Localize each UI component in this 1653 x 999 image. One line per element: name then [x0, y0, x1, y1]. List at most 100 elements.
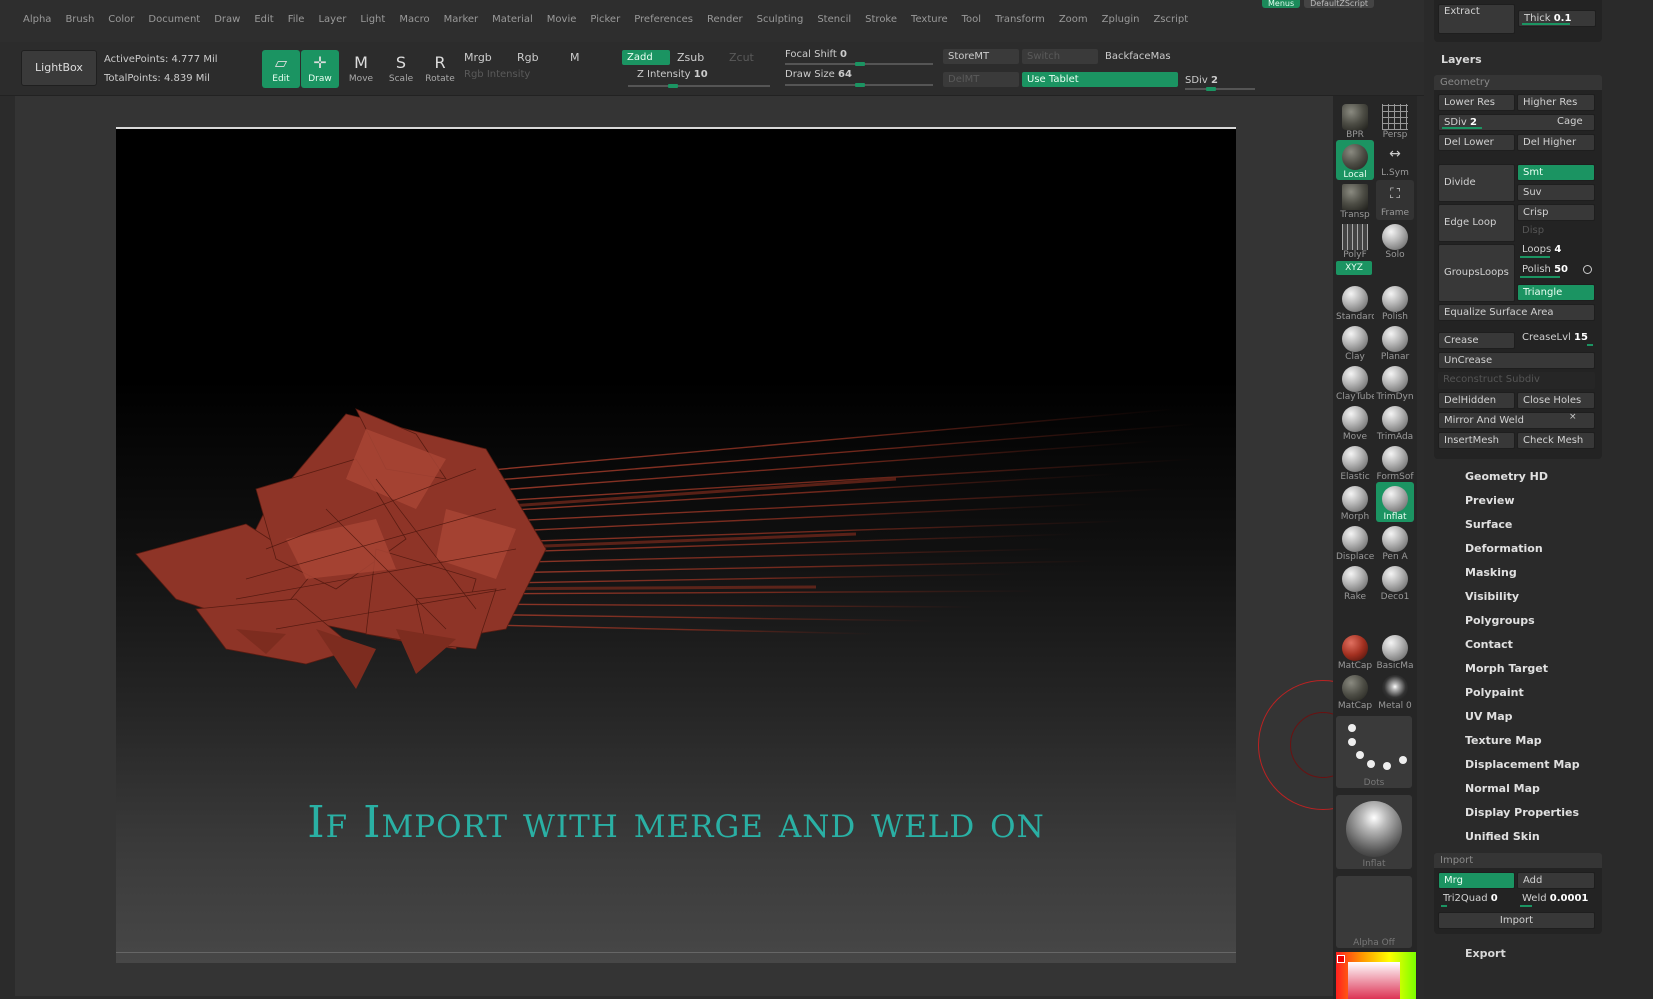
subpalette-header[interactable]: Polypaint — [1465, 686, 1524, 699]
menu-item[interactable]: Movie — [540, 13, 584, 27]
menu-item[interactable]: Zscript — [1146, 13, 1195, 27]
menu-item[interactable]: Color — [101, 13, 141, 27]
brush-item[interactable]: Polish — [1376, 282, 1414, 322]
subpalette-header[interactable]: Polygroups — [1465, 614, 1535, 627]
insertmesh-button[interactable]: InsertMesh — [1438, 432, 1515, 449]
weld-slider[interactable]: Weld 0.0001 — [1517, 891, 1595, 908]
brush-item[interactable]: Pen A — [1376, 522, 1414, 562]
reconstruct-subdiv-button[interactable]: Reconstruct Subdiv — [1438, 372, 1595, 389]
store-mt-button[interactable]: StoreMT — [943, 49, 1019, 64]
document-canvas[interactable]: If Import with merge and weld on — [116, 127, 1236, 963]
rgb-button[interactable]: Rgb — [517, 51, 539, 64]
subpalette-header[interactable]: Display Properties — [1465, 806, 1579, 819]
move-button[interactable]: M Move — [342, 50, 380, 88]
menu-item[interactable]: File — [281, 13, 312, 27]
solo-button[interactable]: Solo — [1376, 220, 1414, 260]
menu-item[interactable]: Stroke — [858, 13, 904, 27]
disp-toggle[interactable]: Disp — [1517, 223, 1595, 240]
subpalette-header[interactable]: Displacement Map — [1465, 758, 1580, 771]
subpalette-header[interactable]: Geometry HD — [1465, 470, 1548, 483]
brush-item[interactable]: Rake — [1336, 562, 1374, 602]
add-toggle[interactable]: Add — [1517, 872, 1595, 889]
transp-button[interactable]: Transp — [1336, 180, 1374, 220]
triangle-toggle[interactable]: Triangle — [1517, 284, 1595, 301]
del-higher-button[interactable]: Del Higher — [1517, 134, 1595, 151]
menus-button[interactable]: Menus — [1262, 0, 1301, 8]
edge-loop-button[interactable]: Edge Loop — [1438, 204, 1515, 242]
menu-item[interactable]: Preferences — [627, 13, 700, 27]
menu-item[interactable]: Alpha — [16, 13, 58, 27]
sdiv-knob[interactable] — [1206, 87, 1216, 91]
material-item[interactable]: Metal 0 — [1376, 671, 1414, 711]
geometry-header[interactable]: Geometry — [1434, 75, 1602, 90]
check-mesh-button[interactable]: Check Mesh — [1517, 432, 1595, 449]
brush-item[interactable]: Deco1 — [1376, 562, 1414, 602]
focal-shift-slider[interactable]: Focal Shift 0 — [785, 49, 847, 60]
menu-item[interactable]: Draw — [207, 13, 247, 27]
rotate-button[interactable]: R Rotate — [421, 50, 459, 88]
persp-button[interactable]: Persp — [1376, 100, 1414, 140]
lower-res-button[interactable]: Lower Res — [1438, 94, 1515, 111]
brush-item[interactable]: Clay — [1336, 322, 1374, 362]
sdiv-slider[interactable]: SDiv 2 — [1185, 75, 1218, 86]
loops-slider[interactable]: Loops 4 — [1517, 242, 1595, 259]
crease-level-slider[interactable]: CreaseLvl 15 — [1517, 330, 1595, 347]
stroke-slot[interactable]: Dots — [1336, 716, 1412, 788]
subpalette-header[interactable]: Morph Target — [1465, 662, 1548, 675]
menu-item[interactable]: Brush — [58, 13, 101, 27]
subpalette-header[interactable]: Contact — [1465, 638, 1513, 651]
uncrease-button[interactable]: UnCrease — [1438, 352, 1595, 369]
subpalette-header[interactable]: Masking — [1465, 566, 1517, 579]
color-picker-field[interactable] — [1348, 962, 1400, 999]
m-button[interactable]: M — [570, 51, 580, 64]
menu-item[interactable]: Picker — [583, 13, 627, 27]
suv-toggle[interactable]: Suv — [1517, 184, 1595, 201]
menu-item[interactable]: Marker — [437, 13, 486, 27]
zcut-button[interactable]: Zcut — [729, 51, 754, 64]
xyz-symmetry-button[interactable]: XYZ — [1336, 261, 1372, 275]
delhidden-button[interactable]: DelHidden — [1438, 392, 1515, 409]
subpalette-header[interactable]: Unified Skin — [1465, 830, 1540, 843]
brush-item[interactable]: ClayTubes — [1336, 362, 1374, 402]
switch-button[interactable]: Switch — [1022, 49, 1098, 64]
local-button[interactable]: Local — [1336, 140, 1374, 180]
color-picker[interactable] — [1336, 952, 1416, 999]
smt-toggle[interactable]: Smt — [1517, 164, 1595, 181]
layers-section[interactable]: Layers — [1441, 53, 1482, 66]
divide-button[interactable]: Divide — [1438, 164, 1515, 202]
subpalette-header[interactable]: Deformation — [1465, 542, 1543, 555]
groups-loops-button[interactable]: GroupsLoops — [1438, 244, 1515, 302]
menu-item[interactable]: Material — [485, 13, 540, 27]
menu-item[interactable]: Layer — [311, 13, 353, 27]
import-header[interactable]: Import — [1434, 853, 1602, 868]
extract-button[interactable]: Extract — [1438, 4, 1515, 34]
lightbox-button[interactable]: LightBox — [21, 50, 97, 86]
bpr-button[interactable]: BPR — [1336, 100, 1374, 140]
frame-button[interactable]: ⛶ Frame — [1376, 180, 1414, 220]
draw-button[interactable]: ✛ Draw — [301, 50, 339, 88]
brush-item[interactable]: Inflat — [1376, 482, 1414, 522]
scale-button[interactable]: S Scale — [382, 50, 420, 88]
mrgb-button[interactable]: Mrgb — [464, 51, 492, 64]
menu-item[interactable]: Zoom — [1052, 13, 1095, 27]
close-holes-button[interactable]: Close Holes — [1517, 392, 1595, 409]
subpalette-header[interactable]: Preview — [1465, 494, 1515, 507]
material-item[interactable]: BasicMa — [1376, 631, 1414, 671]
subpalette-header[interactable]: Surface — [1465, 518, 1512, 531]
menu-item[interactable]: Stencil — [810, 13, 858, 27]
menu-item[interactable]: Document — [141, 13, 207, 27]
subpalette-header[interactable]: Visibility — [1465, 590, 1519, 603]
material-item[interactable]: MatCap — [1336, 671, 1374, 711]
brush-item[interactable]: FormSof — [1376, 442, 1414, 482]
menu-item[interactable]: Render — [700, 13, 750, 27]
higher-res-button[interactable]: Higher Res — [1517, 94, 1595, 111]
menu-item[interactable]: Transform — [988, 13, 1052, 27]
brush-preview-slot[interactable]: Inflat — [1336, 795, 1412, 869]
zadd-button[interactable]: Zadd — [622, 50, 670, 65]
brush-item[interactable]: Displace — [1336, 522, 1374, 562]
brush-item[interactable]: TrimAda — [1376, 402, 1414, 442]
material-item[interactable]: MatCap — [1336, 631, 1374, 671]
tri2quad-slider[interactable]: Tri2Quad 0 — [1438, 891, 1515, 908]
menu-item[interactable]: Texture — [904, 13, 955, 27]
brush-item[interactable]: Elastic — [1336, 442, 1374, 482]
